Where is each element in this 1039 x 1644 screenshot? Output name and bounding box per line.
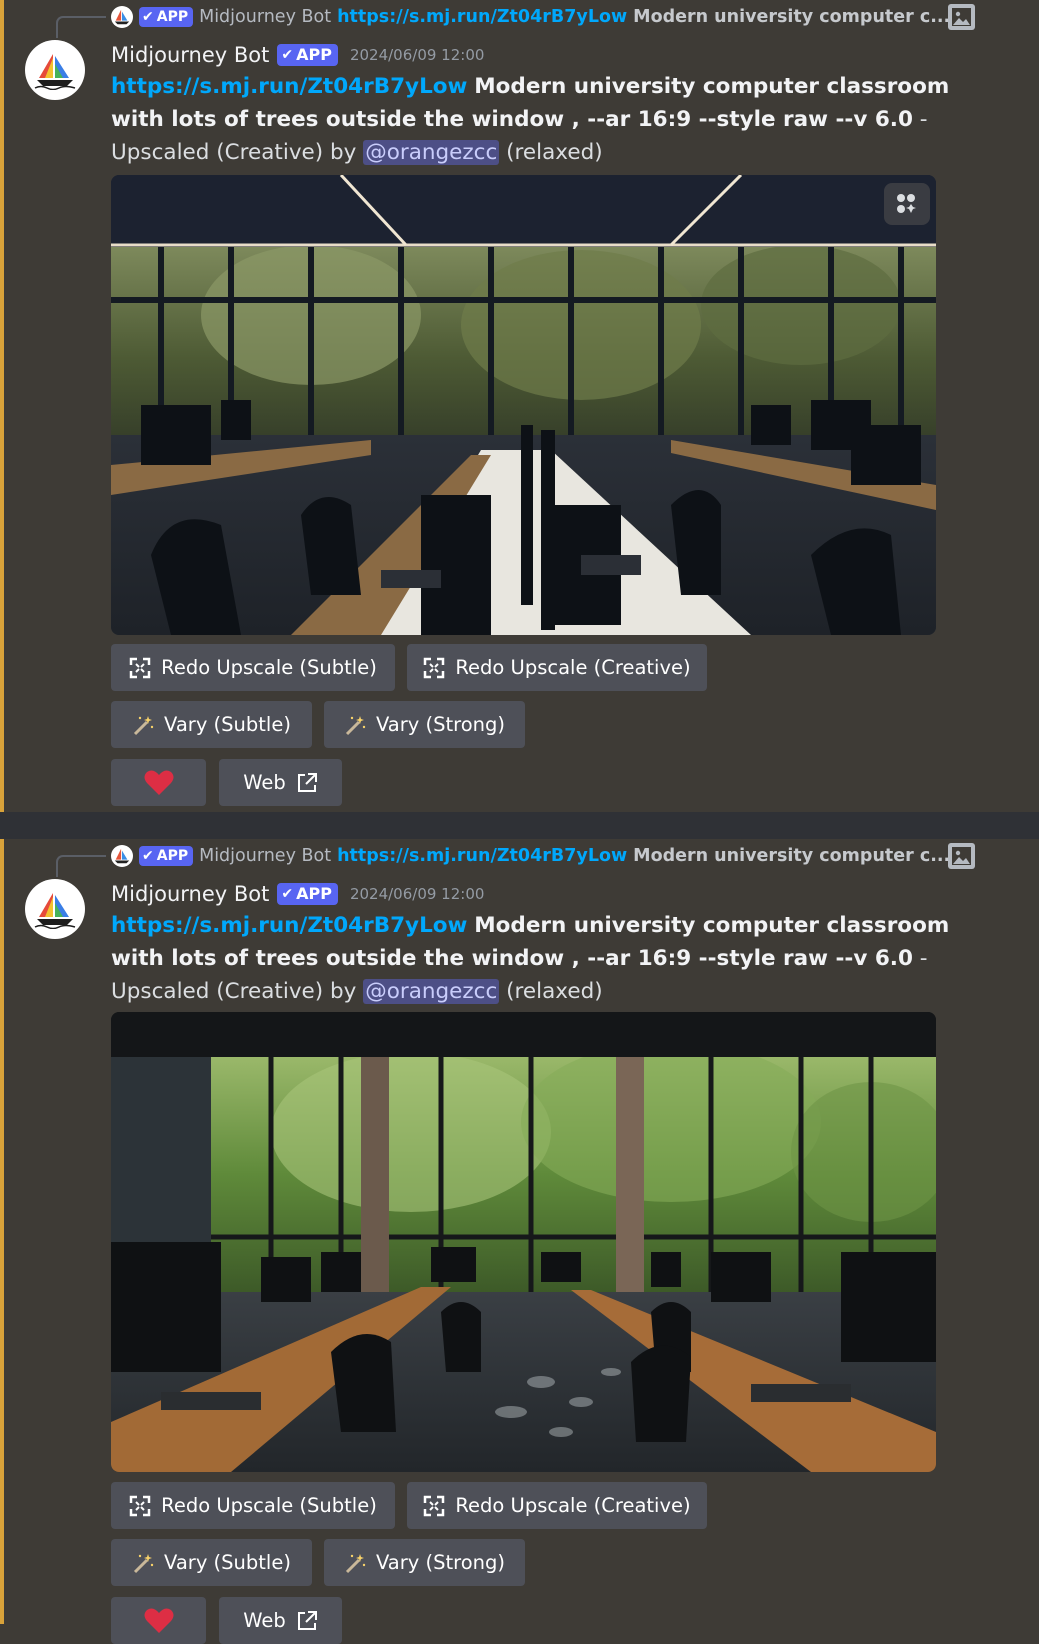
button-label: Vary (Subtle) xyxy=(164,1551,291,1574)
user-mention[interactable]: @orangezcc xyxy=(363,140,500,165)
reply-author[interactable]: Midjourney Bot xyxy=(199,7,331,27)
username[interactable]: Midjourney Bot xyxy=(111,43,269,67)
button-label: Vary (Strong) xyxy=(375,713,506,736)
reply-link[interactable]: https://s.mj.run/Zt04rB7yLow xyxy=(337,846,627,866)
expand-icon xyxy=(129,657,151,678)
message-divider xyxy=(0,812,1039,839)
message-content: https://s.mj.run/Zt04rB7yLow Modern univ… xyxy=(111,70,981,169)
avatar[interactable] xyxy=(25,879,85,939)
magic-wand-icon xyxy=(345,1553,366,1573)
reply-link[interactable]: https://s.mj.run/Zt04rB7yLow xyxy=(337,7,627,27)
message-content: https://s.mj.run/Zt04rB7yLow Modern univ… xyxy=(111,909,981,1008)
magic-wand-icon xyxy=(345,715,366,735)
sailboat-logo-icon xyxy=(114,848,130,864)
redo-upscale-creative-button[interactable]: Redo Upscale (Creative) xyxy=(407,1482,707,1529)
image-icon[interactable] xyxy=(948,843,975,869)
reply-spine xyxy=(56,855,106,877)
button-label: Redo Upscale (Creative) xyxy=(455,1494,691,1517)
prompt-link[interactable]: https://s.mj.run/Zt04rB7yLow xyxy=(111,913,467,938)
reply-preview[interactable]: ✔ APP Midjourney Bot https://s.mj.run/Zt0… xyxy=(111,845,971,867)
web-link-button[interactable]: Web xyxy=(219,1597,342,1644)
vary-strong-button[interactable]: Vary (Strong) xyxy=(324,1539,525,1586)
heart-icon xyxy=(144,1608,173,1633)
magic-wand-icon xyxy=(133,1553,154,1573)
button-label: Redo Upscale (Subtle) xyxy=(161,1494,377,1517)
sailboat-logo-icon xyxy=(114,9,130,25)
mode-status: (relaxed) xyxy=(499,140,603,165)
generated-image[interactable] xyxy=(111,175,936,635)
redo-upscale-creative-button[interactable]: Redo Upscale (Creative) xyxy=(407,644,707,691)
message-2: ✔ APP Midjourney Bot https://s.mj.run/Zt0… xyxy=(0,839,1039,1644)
reply-app-tag: ✔ APP xyxy=(139,846,194,866)
app-tag: ✔ APP xyxy=(277,883,338,905)
sailboat-logo-icon xyxy=(34,54,76,90)
favorite-button[interactable] xyxy=(111,1597,206,1644)
sailboat-logo-icon xyxy=(34,893,76,929)
expand-icon xyxy=(424,657,445,678)
reply-author[interactable]: Midjourney Bot xyxy=(199,846,331,866)
reply-preview[interactable]: ✔ APP Midjourney Bot https://s.mj.run/Zt0… xyxy=(111,6,971,28)
reply-text[interactable]: Modern university computer c... xyxy=(633,846,950,866)
button-label: Redo Upscale (Subtle) xyxy=(161,656,377,679)
vary-subtle-button[interactable]: Vary (Subtle) xyxy=(111,1539,312,1586)
checkmark-icon: ✔ xyxy=(142,848,154,864)
user-mention[interactable]: @orangezcc xyxy=(363,979,500,1004)
prompt-link[interactable]: https://s.mj.run/Zt04rB7yLow xyxy=(111,74,467,99)
reply-avatar xyxy=(111,845,133,867)
mode-status: (relaxed) xyxy=(499,979,603,1004)
timestamp[interactable]: 2024/06/09 12:00 xyxy=(350,46,484,64)
checkmark-icon: ✔ xyxy=(281,886,294,902)
image-icon[interactable] xyxy=(948,4,975,30)
button-label: Web xyxy=(243,771,286,794)
app-tag: ✔ APP xyxy=(277,44,338,66)
vary-subtle-button[interactable]: Vary (Subtle) xyxy=(111,701,312,748)
message-header: Midjourney Bot ✔ APP 2024/06/09 12:00 xyxy=(111,879,484,909)
apps-icon[interactable] xyxy=(884,183,930,225)
external-link-icon xyxy=(297,772,317,792)
expand-icon xyxy=(424,1495,445,1516)
message-header: Midjourney Bot ✔ APP 2024/06/09 12:00 xyxy=(111,40,484,70)
heart-icon xyxy=(144,770,173,795)
expand-icon xyxy=(129,1495,151,1516)
reply-avatar xyxy=(111,6,133,28)
external-link-icon xyxy=(297,1610,317,1630)
reply-app-tag: ✔ APP xyxy=(139,7,194,27)
vary-strong-button[interactable]: Vary (Strong) xyxy=(324,701,525,748)
checkmark-icon: ✔ xyxy=(281,47,294,63)
favorite-button[interactable] xyxy=(111,759,206,806)
magic-wand-icon xyxy=(133,715,154,735)
checkmark-icon: ✔ xyxy=(142,9,154,25)
message-1: ✔ APP Midjourney Bot https://s.mj.run/Zt0… xyxy=(0,0,1039,812)
button-label: Vary (Subtle) xyxy=(164,713,291,736)
redo-upscale-subtle-button[interactable]: Redo Upscale (Subtle) xyxy=(111,1482,395,1529)
button-label: Vary (Strong) xyxy=(375,1551,506,1574)
username[interactable]: Midjourney Bot xyxy=(111,882,269,906)
reply-text[interactable]: Modern university computer c... xyxy=(633,7,950,27)
button-label: Web xyxy=(243,1609,286,1632)
web-link-button[interactable]: Web xyxy=(219,759,342,806)
avatar[interactable] xyxy=(25,40,85,100)
redo-upscale-subtle-button[interactable]: Redo Upscale (Subtle) xyxy=(111,644,395,691)
timestamp[interactable]: 2024/06/09 12:00 xyxy=(350,885,484,903)
reply-spine xyxy=(56,16,106,38)
generated-image[interactable] xyxy=(111,1012,936,1472)
button-label: Redo Upscale (Creative) xyxy=(455,656,691,679)
